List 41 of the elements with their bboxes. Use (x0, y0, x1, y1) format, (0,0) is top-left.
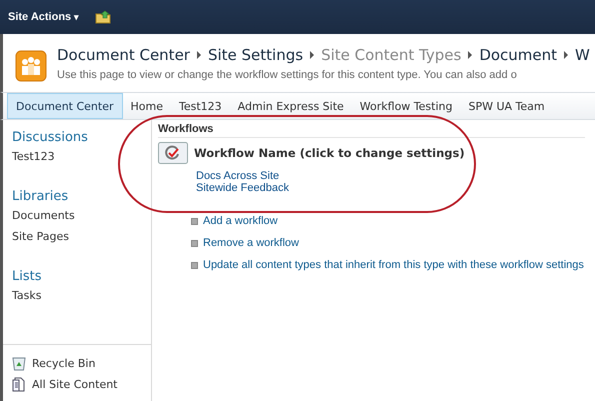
nav-tab[interactable]: Admin Express Site (230, 93, 352, 119)
workflow-link[interactable]: Docs Across Site (196, 170, 595, 182)
bullet-icon (191, 240, 198, 246)
breadcrumb-link[interactable]: Document (479, 46, 558, 64)
sidebar-item[interactable]: Documents (12, 209, 151, 222)
action-link[interactable]: Add a workflow (203, 215, 278, 227)
nav-tab[interactable]: Document Center (7, 93, 123, 119)
bullet-icon (191, 218, 198, 224)
nav-tab[interactable]: Test123 (171, 93, 230, 119)
page-description: Use this page to view or change the workflow settings for this content type. You can also add o (57, 69, 518, 81)
column-heading: Workflow Name (click to change settings) (194, 146, 465, 160)
action-link[interactable]: Update all content types that inherit from this type with these workflow settings (203, 259, 584, 271)
breadcrumb-link[interactable]: Site Settings (208, 46, 304, 64)
sidebar-heading[interactable]: Libraries (12, 189, 151, 204)
breadcrumb-arrow-icon (564, 51, 568, 59)
sidebar-item[interactable]: Test123 (12, 150, 151, 163)
sidebar-item[interactable]: Site Pages (12, 230, 151, 243)
breadcrumb-arrow-icon (468, 51, 472, 59)
action-link[interactable]: Remove a workflow (203, 237, 299, 249)
breadcrumb-arrow-icon (310, 51, 314, 59)
breadcrumb-link[interactable]: Document Center (57, 46, 190, 64)
sidebar-heading[interactable]: Lists (12, 269, 151, 284)
nav-tab[interactable]: SPW UA Team (460, 93, 553, 119)
workflow-link[interactable]: Sitewide Feedback (196, 182, 595, 194)
sidebar-heading[interactable]: Discussions (12, 130, 151, 145)
nav-tab[interactable]: Home (122, 93, 171, 119)
site-logo-icon (15, 50, 47, 82)
breadcrumb-link[interactable]: W (575, 46, 590, 64)
site-actions-menu[interactable]: Site Actions ▾ (6, 9, 82, 25)
bullet-icon (191, 262, 198, 268)
section-heading: Workflows (158, 123, 585, 138)
breadcrumb-arrow-icon (196, 51, 201, 59)
sidebar-link[interactable]: Recycle Bin (32, 357, 96, 370)
sidebar-link[interactable]: All Site Content (32, 378, 118, 391)
document-icon (12, 377, 26, 392)
breadcrumb-link[interactable]: Site Content Types (321, 46, 462, 64)
folder-up-icon[interactable] (95, 10, 114, 24)
sidebar-item[interactable]: Tasks (12, 289, 151, 302)
recycle-bin-icon (12, 356, 26, 371)
workflow-check-icon (158, 142, 188, 164)
nav-tab[interactable]: Workflow Testing (352, 93, 460, 119)
